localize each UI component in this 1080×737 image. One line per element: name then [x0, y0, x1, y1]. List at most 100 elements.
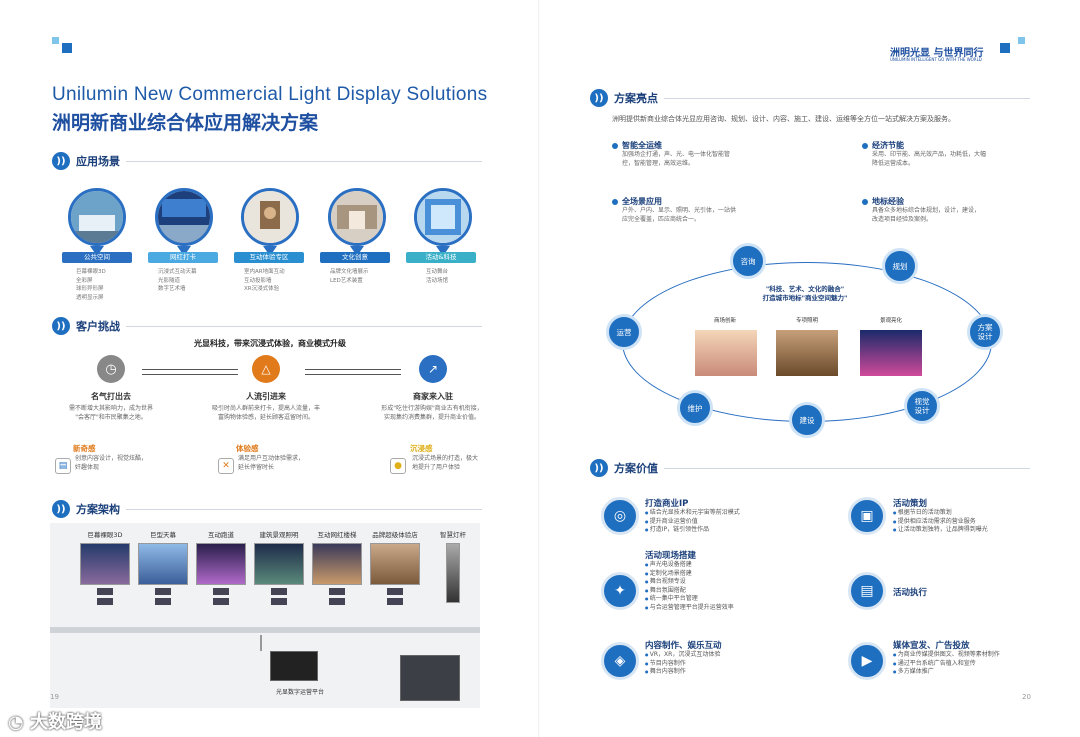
signal-icon: )) [590, 89, 608, 107]
scene-desc-3: 室内AR地面互动 互动投影墙 XR沉浸式体验 [244, 269, 285, 292]
cycle-node-build: 建设 [789, 402, 825, 438]
section-title: 客户挑战 [76, 320, 120, 333]
scene-desc-2: 沉浸式互动天幕 光影隧道 数字艺术墙 [158, 269, 197, 292]
feature-title-3: 沉浸感 [410, 444, 433, 453]
legend-panel [400, 655, 460, 701]
title-cn: 洲明新商业综合体应用解决方案 [52, 112, 319, 134]
corner-mark [1000, 43, 1010, 53]
corner-mark-light [1018, 37, 1025, 44]
signal-icon: )) [590, 459, 608, 477]
photo-landscape [860, 330, 922, 376]
page-number: 19 [50, 693, 59, 701]
cycle-node-design: 方案 设计 [967, 314, 1003, 350]
cycle-node-maintain: 维护 [677, 390, 713, 426]
scene-tag-4: 文化创意 [320, 252, 390, 263]
signal-icon: )) [52, 152, 70, 170]
scene-tag-2: 网红打卡 [148, 252, 218, 263]
arch-col-5: 互动网红楼梯 [312, 529, 362, 605]
photo-label-1: 商场创新 [713, 318, 736, 324]
chart-icon: ↗ [419, 355, 447, 383]
challenge-title-1: 名气打出去 [91, 392, 131, 401]
highlight-4: 地标经验 具备众多地标综合体规划，设计，建设， 改造项目经验及案例。 [862, 196, 980, 224]
value-4-title: 活动执行 [893, 588, 928, 598]
feature-title-2: 体验感 [236, 444, 259, 453]
challenge-headline: 光显科技，带来沉浸式体验，商业模式升级 [194, 339, 346, 348]
signal-icon: )) [52, 317, 70, 335]
brand-en: UNILUMIN INTELLIGENT GO WITH THE WORLD [890, 57, 982, 62]
page-number: 20 [1022, 693, 1031, 701]
cycle-node-operate: 运营 [606, 314, 642, 350]
arch-col-3: 互动跑道 [196, 529, 246, 605]
cycle-node-visual: 视觉 设计 [904, 388, 940, 424]
value-6: 媒体宣发、广告投放 为商业传媒提供图文、视频等素材制作 通过平台系统广告植入和宣… [893, 639, 1000, 677]
execution-icon: ▤ [848, 572, 886, 610]
planning-icon: ▣ [848, 497, 886, 535]
tools-icon: ✕ [218, 458, 234, 474]
title-en: Unilumin New Commercial Light Display So… [52, 84, 488, 105]
clock-icon: ◷ [97, 355, 125, 383]
corner-mark [62, 43, 72, 53]
highlight-2: 经济节能 采用、印节能、高光效产品，功耗低，大幅 降低运营成本。 [862, 140, 986, 168]
scene-pin-2 [155, 188, 213, 256]
setup-icon: ✦ [601, 572, 639, 610]
connector [260, 635, 262, 651]
section-value: )) 方案价值 [590, 459, 1030, 477]
cycle-node-plan: 规划 [882, 248, 918, 284]
section-scenes: )) 应用场景 [52, 152, 482, 170]
left-page: Unilumin New Commercial Light Display So… [0, 0, 540, 737]
value-3: 活动现场搭建 声光电设备搭建 定制化场景搭建 舞台视频专设 舞台氛围搭配 统一集… [645, 549, 734, 612]
scene-pin-1 [68, 188, 126, 256]
arch-col-2: 巨型天幕 [138, 529, 188, 605]
intro-text: 洲明提供新商业综合体光显应用咨询、规划、设计、内容、施工、建设、运维等全方位一站… [612, 115, 955, 123]
feature-desc-3: 沉浸式场景的打造，极大 地提升了用户体验 [412, 455, 479, 471]
scene-desc-1: 巨幕裸眼3D 全彩屏 球形异形屏 透明显示屏 [76, 269, 106, 301]
scene-tag-3: 互动体验专区 [234, 252, 304, 263]
photo-mall [695, 330, 757, 376]
section-challenge: )) 客户挑战 [52, 317, 482, 335]
arch-col-1: 巨幕裸眼3D [80, 529, 130, 605]
ip-icon: ◎ [601, 497, 639, 535]
section-title: 方案价值 [614, 462, 658, 475]
control-unit [270, 651, 318, 681]
section-title: 方案架构 [76, 503, 120, 516]
section-highlights: )) 方案亮点 [590, 89, 1030, 107]
feature-desc-2: 满足用户互动体验需求， 延长停留时长 [238, 455, 305, 471]
arch-center-label: 光显数字运营平台 [275, 689, 324, 696]
gamepad-icon: ◈ [601, 642, 639, 680]
feature-title-1: 新奇感 [73, 444, 96, 453]
challenge-desc-2: 吸引时尚人群前来打卡，提高人流量，丰 富购物体验感，延长顾客逗留时间。 [211, 405, 320, 421]
divider [664, 467, 1030, 469]
divider [126, 508, 482, 510]
cycle-node-consult: 咨询 [730, 243, 766, 279]
media-icon: ▶ [848, 642, 886, 680]
network-bus [50, 627, 480, 633]
arch-col-4: 建筑景观照明 [254, 529, 304, 605]
arch-col-6: 品牌超级体验店 [370, 529, 420, 605]
scene-pin-4 [328, 188, 386, 256]
highlight-3: 全场景应用 户外、户内、显示、照明、光引体，一站供 应完全覆盖，匹应商统合一。 [612, 196, 736, 224]
divider [126, 160, 482, 162]
architecture-diagram: 巨幕裸眼3D 巨型天幕 互动跑道 建筑景观照明 互动网红楼梯 品牌超级体验店 智… [50, 523, 480, 708]
cycle-center-text: "科技、艺术、文化的融合" 打造城市地标"商业空间魅力" [762, 285, 848, 302]
watermark: ◔ 大数跨境 [8, 712, 102, 733]
photo-label-3: 景观亮化 [879, 318, 902, 324]
feature-desc-1: 创意内容设计，视觉炫酷， 奸趣体现 [75, 455, 148, 471]
people-icon: △ [252, 355, 280, 383]
scene-pin-5 [414, 188, 472, 256]
photo-lighting [776, 330, 838, 376]
scene-pin-3 [241, 188, 299, 256]
challenge-title-2: 人流引进来 [246, 392, 286, 401]
section-title: 应用场景 [76, 155, 120, 168]
value-5: 内容制作、娱乐互动 VR，XR，沉浸式互动体验 节目内容制作 舞台内容制作 [645, 639, 722, 677]
badge-icon: ● [390, 458, 406, 474]
scene-tag-5: 活动&科技 [406, 252, 476, 263]
challenge-title-3: 商家来入驻 [413, 392, 453, 401]
highlight-1: 智能全运维 加强场企打通，声、光、电一体化智能管 控，智能管理，高效运维。 [612, 140, 730, 168]
value-2: 活动策划 根据节日的活动策划 提供相应活动需求的营业服务 让活动策划独特，让品牌… [893, 497, 988, 535]
challenge-desc-3: 形成"吃住行游购娱"商业古有机衔接， 实现集约消费集群，提升商业价值。 [381, 405, 483, 421]
scene-desc-4: 品牌文化墙展示 LED艺术装置 [330, 269, 369, 284]
value-1: 打造商业IP 结合光显技术和元宇宙等前沿模式 提升商业运营价值 打造IP，链引领… [645, 497, 740, 535]
double-arrow-2 [305, 369, 401, 375]
scene-desc-5: 互动舞台 活动场馆 [426, 269, 449, 284]
section-title: 方案亮点 [614, 92, 658, 105]
